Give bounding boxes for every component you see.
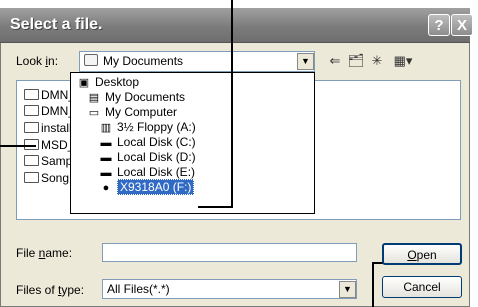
cancel-button[interactable]: Cancel xyxy=(382,276,462,298)
help-button[interactable]: ? xyxy=(428,14,450,36)
dropdown-item-local-disk-c[interactable]: ▬ Local Disk (C:) xyxy=(99,135,314,150)
hard-disk-icon: ▬ xyxy=(100,137,112,149)
new-folder-icon[interactable]: ✳ xyxy=(368,52,386,70)
list-item[interactable]: DMN_ xyxy=(24,88,75,103)
up-folder-icon[interactable]: 🗂 xyxy=(347,52,365,70)
folder-icon xyxy=(24,105,39,116)
folder-icon xyxy=(24,122,39,133)
dropdown-item-my-computer[interactable]: ▭ My Computer xyxy=(87,105,314,120)
documents-folder-icon xyxy=(84,54,98,66)
close-button[interactable]: X xyxy=(451,14,473,36)
folder-icon xyxy=(24,89,39,100)
look-in-label: Look in: xyxy=(16,54,59,68)
file-name-label: File name: xyxy=(16,246,73,260)
computer-icon: ▭ xyxy=(88,107,100,119)
file-name-input[interactable] xyxy=(102,243,357,262)
look-in-dropdown-button[interactable]: ▼ xyxy=(297,53,314,70)
documents-folder-icon: ▤ xyxy=(88,92,100,104)
removable-drive-icon: ● xyxy=(102,182,110,194)
callout-line xyxy=(231,0,233,208)
file-type-label: Files of type: xyxy=(16,283,85,297)
views-menu-icon[interactable]: ▦▾ xyxy=(389,52,417,70)
callout-line xyxy=(0,145,36,147)
list-item[interactable]: Sampl xyxy=(24,154,75,169)
floppy-drive-icon: ▥ xyxy=(100,122,112,134)
callout-line xyxy=(372,262,374,307)
open-button[interactable]: Open xyxy=(382,243,462,265)
dropdown-item-drive-f[interactable]: ● X9318A0 (F:) xyxy=(99,179,314,195)
dropdown-item-local-disk-d[interactable]: ▬ Local Disk (D:) xyxy=(99,150,314,165)
list-item[interactable]: install xyxy=(24,121,72,136)
look-in-dropdown-list: ▣ Desktop ▤ My Documents ▭ My Computer ▥ 3½ … xyxy=(70,72,315,214)
dropdown-item-desktop[interactable]: ▣ Desktop xyxy=(77,75,314,90)
hard-disk-icon: ▬ xyxy=(100,152,112,164)
desktop-icon: ▣ xyxy=(78,77,90,89)
callout-line xyxy=(198,206,233,208)
folder-icon xyxy=(24,172,39,183)
dialog-title: Select a file. xyxy=(10,16,103,33)
list-item[interactable]: DMN_ xyxy=(24,104,75,119)
dropdown-item-my-documents[interactable]: ▤ My Documents xyxy=(87,90,314,105)
selected-drive-label: X9318A0 (F:) xyxy=(117,179,195,195)
folder-icon xyxy=(24,155,39,166)
dropdown-item-local-disk-e[interactable]: ▬ Local Disk (E:) xyxy=(99,165,314,180)
back-arrow-icon[interactable]: ⇐ xyxy=(326,52,344,70)
file-type-select[interactable]: All Files(*.*) xyxy=(102,279,357,299)
dropdown-item-floppy-a[interactable]: ▥ 3½ Floppy (A:) xyxy=(99,120,314,135)
hard-disk-icon: ▬ xyxy=(100,167,112,179)
file-type-dropdown-button[interactable]: ▼ xyxy=(339,281,356,298)
look-in-value: My Documents xyxy=(103,54,184,68)
